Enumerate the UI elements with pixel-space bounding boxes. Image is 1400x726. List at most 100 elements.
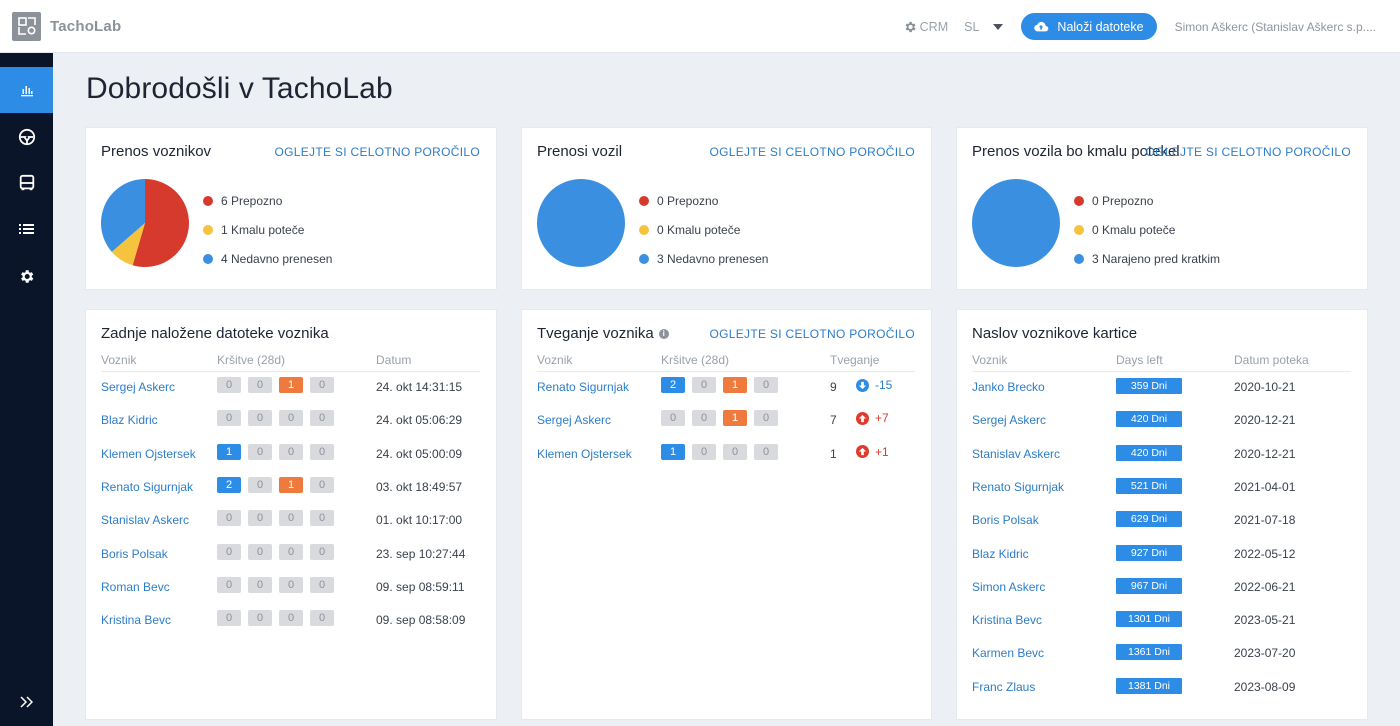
table-row: Janko Brecko 359 Dni 2020-10-21	[972, 377, 1351, 397]
violation-badges: 0000	[217, 576, 341, 593]
driver-link[interactable]: Boris Polsak	[101, 547, 168, 561]
violation-badge: 0	[310, 476, 334, 493]
table-row: Stanislav Askerc 420 Dni 2020-12-21	[972, 444, 1351, 464]
legend-label: 0 Prepozno	[657, 193, 719, 208]
driver-link[interactable]: Karmen Bevc	[972, 646, 1044, 660]
column-header-violations: Kršitve (28d)	[661, 353, 730, 367]
days-left-badge: 927 Dni	[1116, 544, 1182, 561]
risk-trend-value: -15	[875, 378, 893, 392]
violation-badge: 0	[217, 543, 241, 560]
risk-score: 7	[830, 413, 837, 428]
gear-icon	[905, 21, 916, 32]
driver-risk-card: Tveganje voznika i OGLEJTE SI CELOTNO POR…	[522, 310, 931, 719]
card-title-text: Tveganje voznika	[537, 325, 654, 342]
table-row: Renato Sigurnjak 2 0 1 0 9 -15	[537, 377, 915, 397]
driver-link[interactable]: Simon Askerc	[972, 580, 1045, 594]
pie-slice	[537, 179, 625, 267]
table-row: Kristina Bevc 0 0 0 0 09. sep 08:58:09	[101, 610, 480, 630]
driver-downloads-pie-chart	[101, 179, 189, 267]
violation-badge: 0	[279, 443, 303, 460]
violation-badge: 0	[723, 443, 747, 460]
legend: 6 Prepozno 1 Kmalu poteče 4 Nedavno pren…	[203, 186, 332, 273]
column-header-violations: Kršitve (28d)	[217, 353, 286, 367]
driver-link[interactable]: Renato Sigurnjak	[537, 380, 629, 394]
user-menu[interactable]: Simon Aškerc (Stanislav Aškerc s.p....	[1175, 20, 1376, 34]
days-left-badge: 359 Dni	[1116, 378, 1182, 394]
table-row: Sergej Askerc 420 Dni 2020-12-21	[972, 410, 1351, 430]
table-row: Boris Polsak 0 0 0 0 23. sep 10:27:44	[101, 543, 480, 564]
driver-link[interactable]: Kristina Bevc	[101, 613, 171, 627]
info-icon[interactable]: i	[658, 328, 669, 339]
driver-link[interactable]: Boris Polsak	[972, 513, 1039, 527]
days-left-badge: 420 Dni	[1116, 444, 1182, 461]
violation-badge: 0	[310, 443, 334, 460]
legend-item-late: 0 Prepozno	[639, 186, 768, 215]
cloud-upload-icon	[1034, 21, 1049, 31]
full-report-link[interactable]: OGLEJTE SI CELOTNO POROČILO	[710, 145, 915, 159]
table-row: Karmen Bevc 1361 Dni 2023-07-20	[972, 643, 1351, 663]
driver-link[interactable]: Renato Sigurnjak	[972, 480, 1064, 494]
driver-link[interactable]: Sergej Askerc	[101, 380, 175, 394]
driver-link[interactable]: Stanislav Askerc	[972, 447, 1060, 461]
language-label: SL	[964, 19, 980, 34]
full-report-link[interactable]: OGLEJTE SI CELOTNO POROČILO	[275, 145, 480, 159]
expiry-date: 2020-10-21	[1234, 380, 1296, 394]
sidebar-item-vehicles[interactable]	[0, 160, 53, 206]
driver-link[interactable]: Roman Bevc	[101, 580, 170, 594]
violation-badges: 1000	[661, 443, 785, 460]
driver-link[interactable]: Renato Sigurnjak	[101, 480, 193, 494]
legend: 0 Prepozno 0 Kmalu poteče 3 Narajeno pre…	[1074, 186, 1220, 273]
driver-link[interactable]: Blaz Kidric	[101, 413, 158, 427]
violation-badge: 0	[692, 443, 716, 460]
crm-label: CRM	[919, 19, 949, 34]
sidebar-item-drivers[interactable]	[0, 114, 53, 160]
violation-badge: 0	[279, 576, 303, 593]
sidebar-item-reports[interactable]	[0, 206, 53, 252]
violation-badge: 2	[217, 476, 241, 493]
violation-badges: 0000	[217, 610, 341, 627]
table-row: Stanislav Askerc 0 0 0 0 01. okt 10:17:00	[101, 510, 480, 530]
sidebar-item-settings[interactable]	[0, 253, 53, 299]
legend-item-recently-ordered: 3 Narajeno pred kratkim	[1074, 244, 1220, 273]
violation-badge: 0	[310, 610, 334, 627]
table-row: Roman Bevc 0 0 0 0 09. sep 08:59:11	[101, 576, 480, 597]
full-report-link[interactable]: OGLEJTE SI CELOTNO POROČILO	[1146, 145, 1351, 159]
driver-link[interactable]: Kristina Bevc	[972, 613, 1042, 627]
sidebar-item-dashboard[interactable]	[0, 67, 53, 113]
arrow-up-icon	[856, 411, 869, 425]
expiry-date: 2021-07-18	[1234, 513, 1296, 528]
driver-link[interactable]: Franc Zlaus	[972, 680, 1035, 694]
upload-files-button[interactable]: Naloži datoteke	[1021, 13, 1157, 40]
risk-score: 9	[830, 380, 837, 394]
expiry-date: 2021-04-01	[1234, 479, 1296, 494]
violation-badge: 0	[754, 410, 778, 427]
driver-link[interactable]: Klemen Ojstersek	[101, 447, 196, 461]
expiry-date: 2022-05-12	[1234, 546, 1296, 561]
legend-dot	[639, 195, 649, 206]
legend-label: 3 Nedavno prenesen	[657, 251, 769, 266]
logo-icon	[12, 11, 41, 41]
app-logo[interactable]: TachoLab	[12, 11, 121, 41]
column-header-date: Datum	[376, 353, 412, 367]
driver-link[interactable]: Sergej Askerc	[537, 413, 611, 427]
violation-badge: 1	[723, 410, 747, 427]
vehicle-downloads-pie-chart	[537, 179, 625, 267]
days-left-badge: 521 Dni	[1116, 477, 1182, 494]
column-header-risk: Tveganje	[830, 353, 880, 367]
language-select[interactable]: SL	[964, 19, 1004, 34]
full-report-link[interactable]: OGLEJTE SI CELOTNO POROČILO	[710, 327, 915, 341]
legend-label: 1 Kmalu poteče	[221, 222, 305, 237]
table-row: Franc Zlaus 1381 Dni 2023-08-09	[972, 677, 1351, 697]
upload-date: 24. okt 05:00:09	[376, 446, 463, 461]
driver-link[interactable]: Janko Brecko	[972, 380, 1045, 394]
crm-link[interactable]: CRM	[903, 20, 948, 34]
driver-link[interactable]: Blaz Kidric	[972, 547, 1029, 561]
legend-dot	[639, 253, 649, 264]
card-title: Tveganje voznika i	[537, 325, 669, 342]
driver-link[interactable]: Sergej Askerc	[972, 413, 1046, 427]
violation-badge: 0	[217, 410, 241, 427]
violation-badge: 0	[217, 610, 241, 627]
driver-link[interactable]: Stanislav Askerc	[101, 513, 189, 527]
sidebar-expand-button[interactable]	[0, 692, 53, 712]
driver-link[interactable]: Klemen Ojstersek	[537, 447, 632, 461]
